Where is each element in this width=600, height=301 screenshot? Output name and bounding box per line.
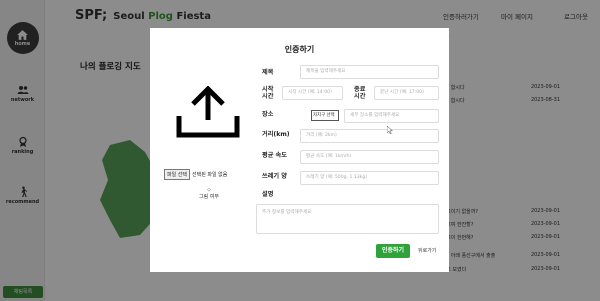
pointer-dot: ⬦ bbox=[207, 187, 211, 193]
speed-input[interactable]: 평균 속도 (예: 1km/h) bbox=[300, 150, 439, 164]
certify-modal: 인증하기 파일 선택 선택된 파일 없음 ⬦ 그림 여부 제목 제목을 입력해주… bbox=[150, 28, 449, 272]
back-button[interactable]: 뒤로가기 bbox=[418, 247, 436, 254]
description-textarea[interactable]: 추가 정보를 입력해주세요 bbox=[256, 204, 439, 234]
place-label: 장소 bbox=[262, 111, 274, 118]
name-label: 제목 bbox=[262, 69, 274, 76]
file-status: 선택된 파일 없음 bbox=[192, 172, 228, 178]
photo-label-text: 그림 여부 bbox=[199, 194, 219, 200]
distance-label: 거리(km) bbox=[262, 131, 290, 138]
trash-label: 쓰레기 양 bbox=[262, 173, 287, 180]
mouse-cursor-icon bbox=[387, 126, 393, 134]
name-input[interactable]: 제목을 입력해주세요 bbox=[300, 65, 439, 79]
district-select[interactable]: 자치구 선택 bbox=[311, 110, 339, 121]
photo-label: ⬦ 그림 여부 bbox=[199, 187, 219, 200]
distance-input[interactable]: 거리 (예: 2km) bbox=[300, 129, 439, 143]
speed-label: 평균 속도 bbox=[262, 152, 287, 159]
place-input[interactable]: 세부 장소를 입력해주세요 bbox=[344, 109, 439, 123]
upload-icon[interactable] bbox=[176, 86, 240, 138]
start-time-input[interactable]: 시작 시간 (예: 14:00) bbox=[282, 86, 343, 100]
file-input[interactable]: 파일 선택 선택된 파일 없음 bbox=[164, 169, 227, 180]
start-time-label: 시작 시간 bbox=[262, 86, 274, 100]
end-time-input[interactable]: 끝난 시간 (예: 17:00) bbox=[374, 86, 439, 100]
description-label: 설명 bbox=[262, 191, 274, 198]
modal-title: 인증하기 bbox=[284, 45, 315, 54]
file-select-button[interactable]: 파일 선택 bbox=[164, 169, 190, 180]
trash-input[interactable]: 쓰레기 양 (예: 500g, 1.13kg) bbox=[300, 171, 439, 185]
submit-button[interactable]: 인증하기 bbox=[376, 244, 410, 258]
end-time-label: 종료 시간 bbox=[354, 86, 366, 100]
